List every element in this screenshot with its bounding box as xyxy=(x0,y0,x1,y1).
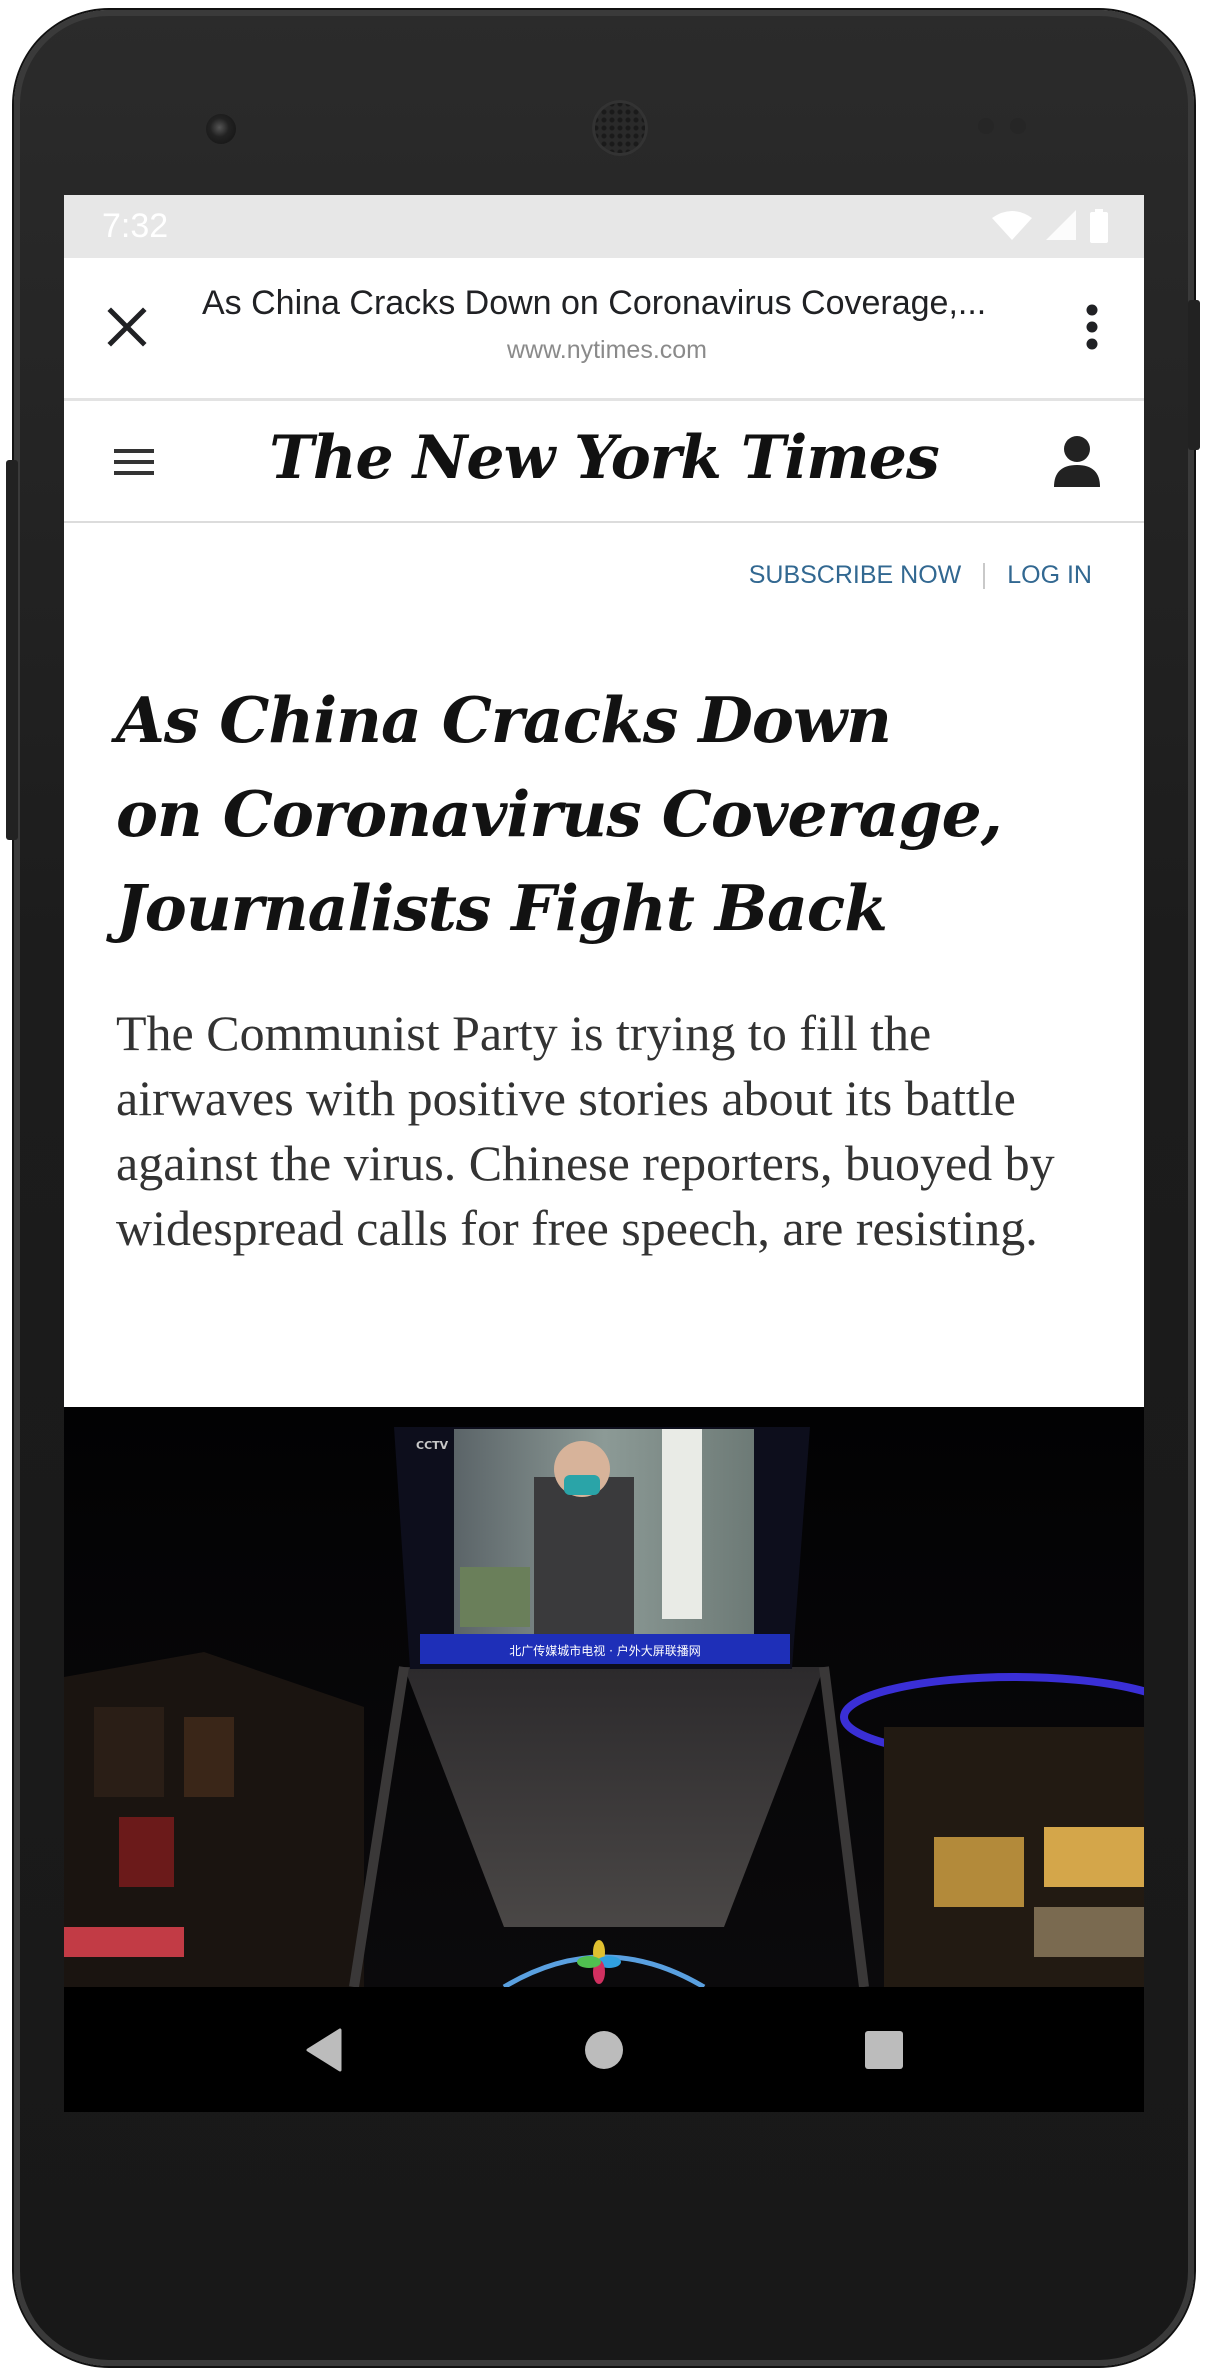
tab-page-url: www.nytimes.com xyxy=(506,336,708,364)
headline-line: As China Cracks Down xyxy=(116,683,892,757)
photo-screen-logo: CCTV xyxy=(416,1439,449,1452)
close-icon xyxy=(107,307,147,347)
status-icons xyxy=(992,209,1108,243)
headline-line: Journalists Fight Back xyxy=(116,871,888,945)
site-menu-button[interactable] xyxy=(108,439,160,485)
recents-square-icon xyxy=(865,2030,903,2069)
back-button[interactable] xyxy=(284,2010,364,2090)
front-camera-icon xyxy=(206,114,236,144)
nyt-logo[interactable]: The New York Times xyxy=(264,423,944,493)
light-sensor xyxy=(1010,118,1026,134)
recents-button[interactable] xyxy=(844,2010,924,2090)
tab-page-title: As China Cracks Down on Coronavirus Cove… xyxy=(202,284,987,322)
subscribe-now-link[interactable]: SUBSCRIBE NOW xyxy=(749,561,962,590)
overflow-menu-button[interactable] xyxy=(1062,294,1122,360)
earpiece-speaker xyxy=(592,100,648,156)
status-time: 7:32 xyxy=(102,207,169,245)
auth-divider xyxy=(983,562,986,589)
photo-screen-caption: 北广传媒城市电视 · 户外大屏联播网 xyxy=(509,1643,700,1658)
phone-screen: 7:32 As China Cracks Down on Coronavirus… xyxy=(64,195,1144,2112)
home-button[interactable] xyxy=(564,2010,644,2090)
wifi-icon xyxy=(992,211,1032,240)
log-in-link[interactable]: LOG IN xyxy=(1007,561,1092,590)
nyt-site-header: The New York Times xyxy=(64,401,1144,523)
status-bar: 7:32 xyxy=(64,195,1144,258)
more-vert-icon xyxy=(1086,304,1098,350)
proximity-sensor xyxy=(978,118,994,134)
account-icon xyxy=(1054,436,1100,487)
lead-photo-illustration: 北广传媒城市电视 · 户外大屏联播网 CCTV xyxy=(64,1407,1144,1987)
battery-icon xyxy=(1090,209,1108,243)
hamburger-icon xyxy=(114,449,154,475)
back-triangle-icon xyxy=(306,2028,342,2071)
system-navigation-bar xyxy=(64,1987,1144,2112)
cell-signal-icon xyxy=(1046,210,1076,240)
custom-tab-toolbar: As China Cracks Down on Coronavirus Cove… xyxy=(64,258,1144,401)
close-tab-button[interactable] xyxy=(94,294,160,360)
power-button xyxy=(1188,300,1200,450)
headline-line: on Coronavirus Coverage, xyxy=(116,777,1003,851)
account-button[interactable] xyxy=(1052,435,1102,489)
article-summary: The Communist Party is trying to fill th… xyxy=(116,1005,1055,1256)
article-lead-photo[interactable]: 北广传媒城市电视 · 户外大屏联播网 CCTV xyxy=(64,1407,1144,1987)
home-circle-icon xyxy=(585,2030,623,2069)
volume-button xyxy=(6,460,18,840)
article-headline: As China Cracks Down on Coronavirus Cove… xyxy=(116,673,1016,955)
auth-links: SUBSCRIBE NOW LOG IN xyxy=(749,561,1092,590)
